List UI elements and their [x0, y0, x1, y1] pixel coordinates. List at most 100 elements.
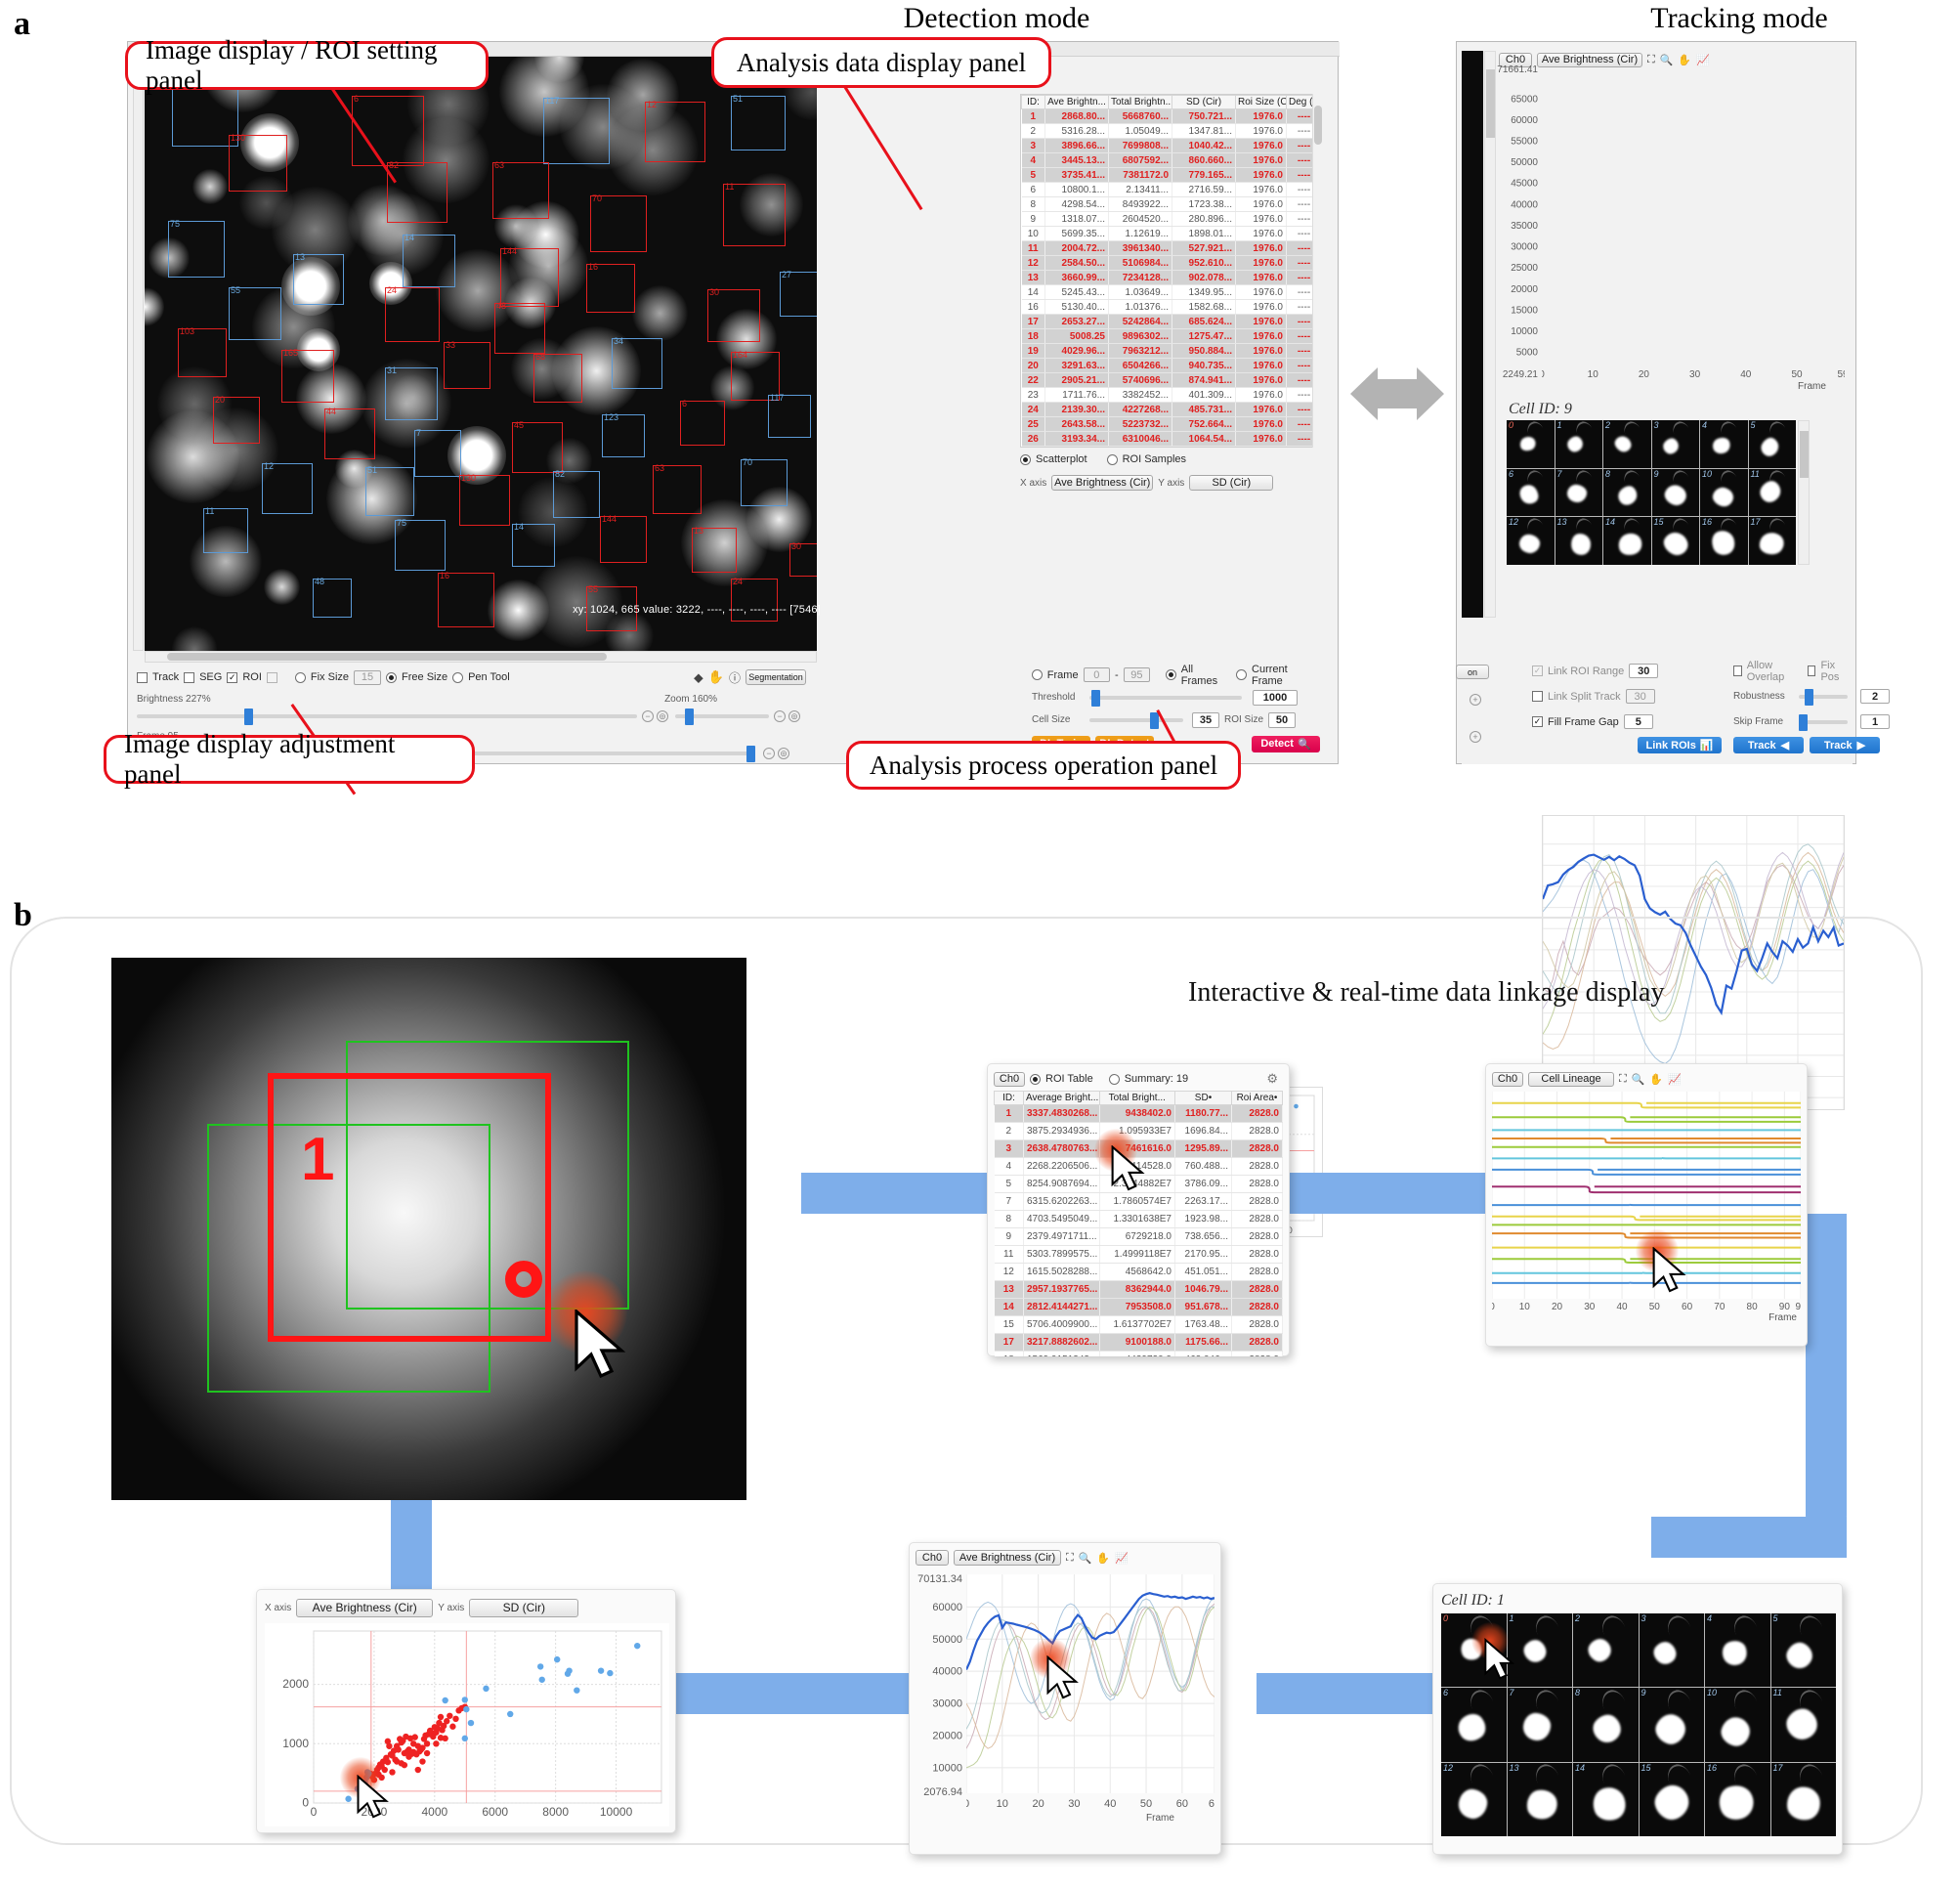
brightness-slider-thumb[interactable] [244, 709, 253, 725]
chart-icon[interactable]: 📈 [1668, 1073, 1682, 1086]
fill-frame-gap-field[interactable]: 5 [1623, 714, 1653, 729]
column-header[interactable]: Roi Area• [1231, 1091, 1283, 1105]
roi-table[interactable]: ID: Average Bright... Total Bright... SD• Ro… [994, 1091, 1283, 1356]
montage-cell[interactable]: 5 [1748, 420, 1796, 468]
track-backward-button[interactable]: Track ◀ [1733, 737, 1804, 753]
column-header[interactable]: Total Bright... [1098, 1091, 1175, 1105]
tracking-add-icon-2[interactable]: + [1470, 731, 1481, 743]
fit-icon[interactable]: ⛶ [1619, 1073, 1627, 1086]
roi-box[interactable]: 70 [741, 458, 788, 506]
montage-cell[interactable]: 14 [1573, 1762, 1639, 1836]
table-row[interactable]: 2 3875.2934936... 1.095933E7 1696.84... 2828… [994, 1122, 1283, 1140]
roi-box[interactable]: 6 [680, 400, 725, 446]
table-row[interactable]: 16 5130.40... 1.01376... 1582.68... 1976.0 --… [1021, 299, 1322, 315]
fix-size-radio[interactable] [294, 671, 306, 683]
track-forward-button[interactable]: Track ▶ [1810, 737, 1880, 753]
table-row[interactable]: 14 2812.4144271... 7953508.0 951.678... 2828… [994, 1298, 1283, 1316]
column-header[interactable]: Roi Size (Ci [1235, 95, 1287, 109]
hand-icon[interactable]: ✋ [1678, 54, 1691, 66]
tracking-metric-select[interactable]: Ave Brightness (Cir) [1537, 52, 1642, 67]
table-row[interactable]: 18 5008.25 9896302... 1275.47... 1976.0 ---- [1021, 328, 1322, 344]
x-axis-select[interactable]: Ave Brightness (Cir) [1051, 475, 1154, 491]
lineage-channel-button[interactable]: Ch0 [1492, 1071, 1523, 1087]
column-header[interactable]: Total Brightn... [1108, 95, 1172, 109]
roi-box[interactable]: 51 [365, 466, 414, 516]
roi-box[interactable]: 51 [731, 95, 786, 150]
table-row[interactable]: 11 5303.7899575... 1.4999118E7 2170.95... 28… [994, 1245, 1283, 1264]
table-row[interactable]: 24 2139.30... 4227268... 485.731... 1976.0 --… [1021, 402, 1322, 417]
tracking-cell-montage[interactable]: 0 1 2 3 4 5 6 7 8 9 10 11 12 13 14 15 16 17 [1507, 420, 1796, 565]
analysis-table-scroll-thumb[interactable] [1314, 106, 1322, 145]
link-roi-range-field[interactable]: 30 [1629, 664, 1659, 678]
roi-box[interactable]: 103 [178, 327, 227, 377]
montage-cell[interactable]: 7 [1555, 468, 1602, 517]
column-header[interactable]: SD (Cir) [1172, 95, 1236, 109]
fix-size-field[interactable]: 15 [354, 669, 382, 685]
table-row[interactable]: 12 1615.5028288... 4568642.0 451.051... 2828… [994, 1263, 1283, 1281]
table-row[interactable]: 5 3735.41... 7381172.0 779.165... 1976.0 ---- [1021, 167, 1322, 183]
timeseries-channel-button[interactable]: Ch0 [916, 1550, 949, 1566]
scatter-b-x-axis-select[interactable]: Ave Brightness (Cir) [296, 1598, 434, 1617]
roi-samples-radio[interactable] [1106, 453, 1118, 465]
montage-cell[interactable]: 7 [1507, 1688, 1572, 1762]
column-header[interactable]: SD• [1174, 1091, 1232, 1105]
fit-icon[interactable]: ⛶ [1066, 1552, 1074, 1565]
montage-cell[interactable]: 11 [1770, 1688, 1836, 1762]
all-frames-radio[interactable] [1166, 669, 1176, 680]
montage-cell[interactable]: 12 [1441, 1762, 1507, 1836]
roi-box[interactable]: 11 [723, 183, 786, 246]
info-icon[interactable]: ⓘ [729, 669, 741, 686]
segmentation-button[interactable]: Segmentation [746, 669, 806, 685]
allow-overlap-checkbox[interactable] [1733, 666, 1742, 676]
roi-box[interactable]: 13 [692, 527, 737, 573]
robustness-slider[interactable] [1799, 688, 1848, 706]
montage-cell[interactable]: 1 [1555, 420, 1602, 468]
zoom-reset-icon[interactable]: ⊚ [788, 710, 800, 722]
table-row[interactable]: 4 3445.13... 6807592... 860.660... 1976.0 ---… [1021, 152, 1322, 168]
pen-tool-radio[interactable] [452, 671, 464, 683]
image-vscrollbar[interactable] [133, 57, 144, 651]
frame-reset-icon[interactable]: ⊚ [778, 748, 789, 759]
roi-box[interactable]: 144 [500, 247, 559, 307]
image-hscrollbar[interactable] [145, 651, 817, 663]
summary-radio[interactable] [1108, 1073, 1120, 1085]
table-row[interactable]: 19 4029.96... 7963212... 950.884... 1976.0 --… [1021, 343, 1322, 359]
tracking-add-icon-1[interactable]: + [1470, 694, 1481, 706]
roi-size-field[interactable]: 50 [1268, 711, 1297, 728]
roi-box[interactable]: 33 [444, 341, 490, 389]
timeseries-b-plot[interactable] [966, 1574, 1214, 1793]
roi-box[interactable]: 82 [553, 470, 600, 518]
threshold-field[interactable]: 1000 [1253, 689, 1298, 706]
roi-box[interactable]: 82 [387, 161, 447, 223]
search-icon[interactable]: 🔍 [1632, 1073, 1645, 1086]
column-header[interactable]: Average Bright... [1023, 1091, 1100, 1105]
roi-table-body[interactable]: 1 3337.4830268... 9438402.0 1180.77... 2828.… [994, 1104, 1283, 1356]
montage-cell[interactable]: 15 [1639, 1762, 1704, 1836]
roi-box[interactable]: 30 [707, 288, 760, 342]
frame-minus-icon[interactable]: − [763, 748, 775, 759]
scatterplot-radio[interactable] [1020, 453, 1031, 465]
track-checkbox[interactable] [137, 671, 148, 683]
roi-box[interactable]: 16 [586, 263, 635, 313]
roi-box[interactable]: 70 [590, 194, 647, 252]
scatter-plot-b[interactable]: 0200040006000800010000010002000 [265, 1623, 669, 1826]
roi-box[interactable]: 130 [459, 474, 510, 526]
roi-box[interactable]: 165 [281, 349, 334, 403]
montage-cell[interactable]: 9 [1651, 468, 1699, 517]
montage-cell[interactable]: 6 [1507, 468, 1555, 517]
roi-box[interactable]: 44 [324, 408, 375, 459]
montage-cell[interactable]: 17 [1770, 1762, 1836, 1836]
column-header[interactable]: ID: [1021, 95, 1045, 109]
table-row[interactable]: 2 5316.28... 1.05049... 1347.81... 1976.0 ---… [1021, 123, 1322, 139]
table-row[interactable]: 1 2868.80... 5668760... 750.721... 1976.0 ---… [1021, 108, 1322, 124]
table-row[interactable]: 1 3337.4830268... 9438402.0 1180.77... 2828.… [994, 1104, 1283, 1123]
zoom-slider[interactable] [675, 709, 769, 725]
link-split-track-field[interactable]: 30 [1625, 689, 1655, 704]
brightness-minus-icon[interactable]: − [642, 710, 654, 722]
montage-cell[interactable]: 13 [1555, 517, 1602, 565]
roi-setting-image[interactable]: 1 [111, 958, 746, 1500]
roi-box[interactable]: 27 [780, 271, 817, 317]
hand-icon[interactable]: ✋ [1096, 1552, 1110, 1565]
roi-box[interactable]: 11 [203, 507, 248, 553]
roi-box[interactable]: 14 [512, 523, 555, 567]
